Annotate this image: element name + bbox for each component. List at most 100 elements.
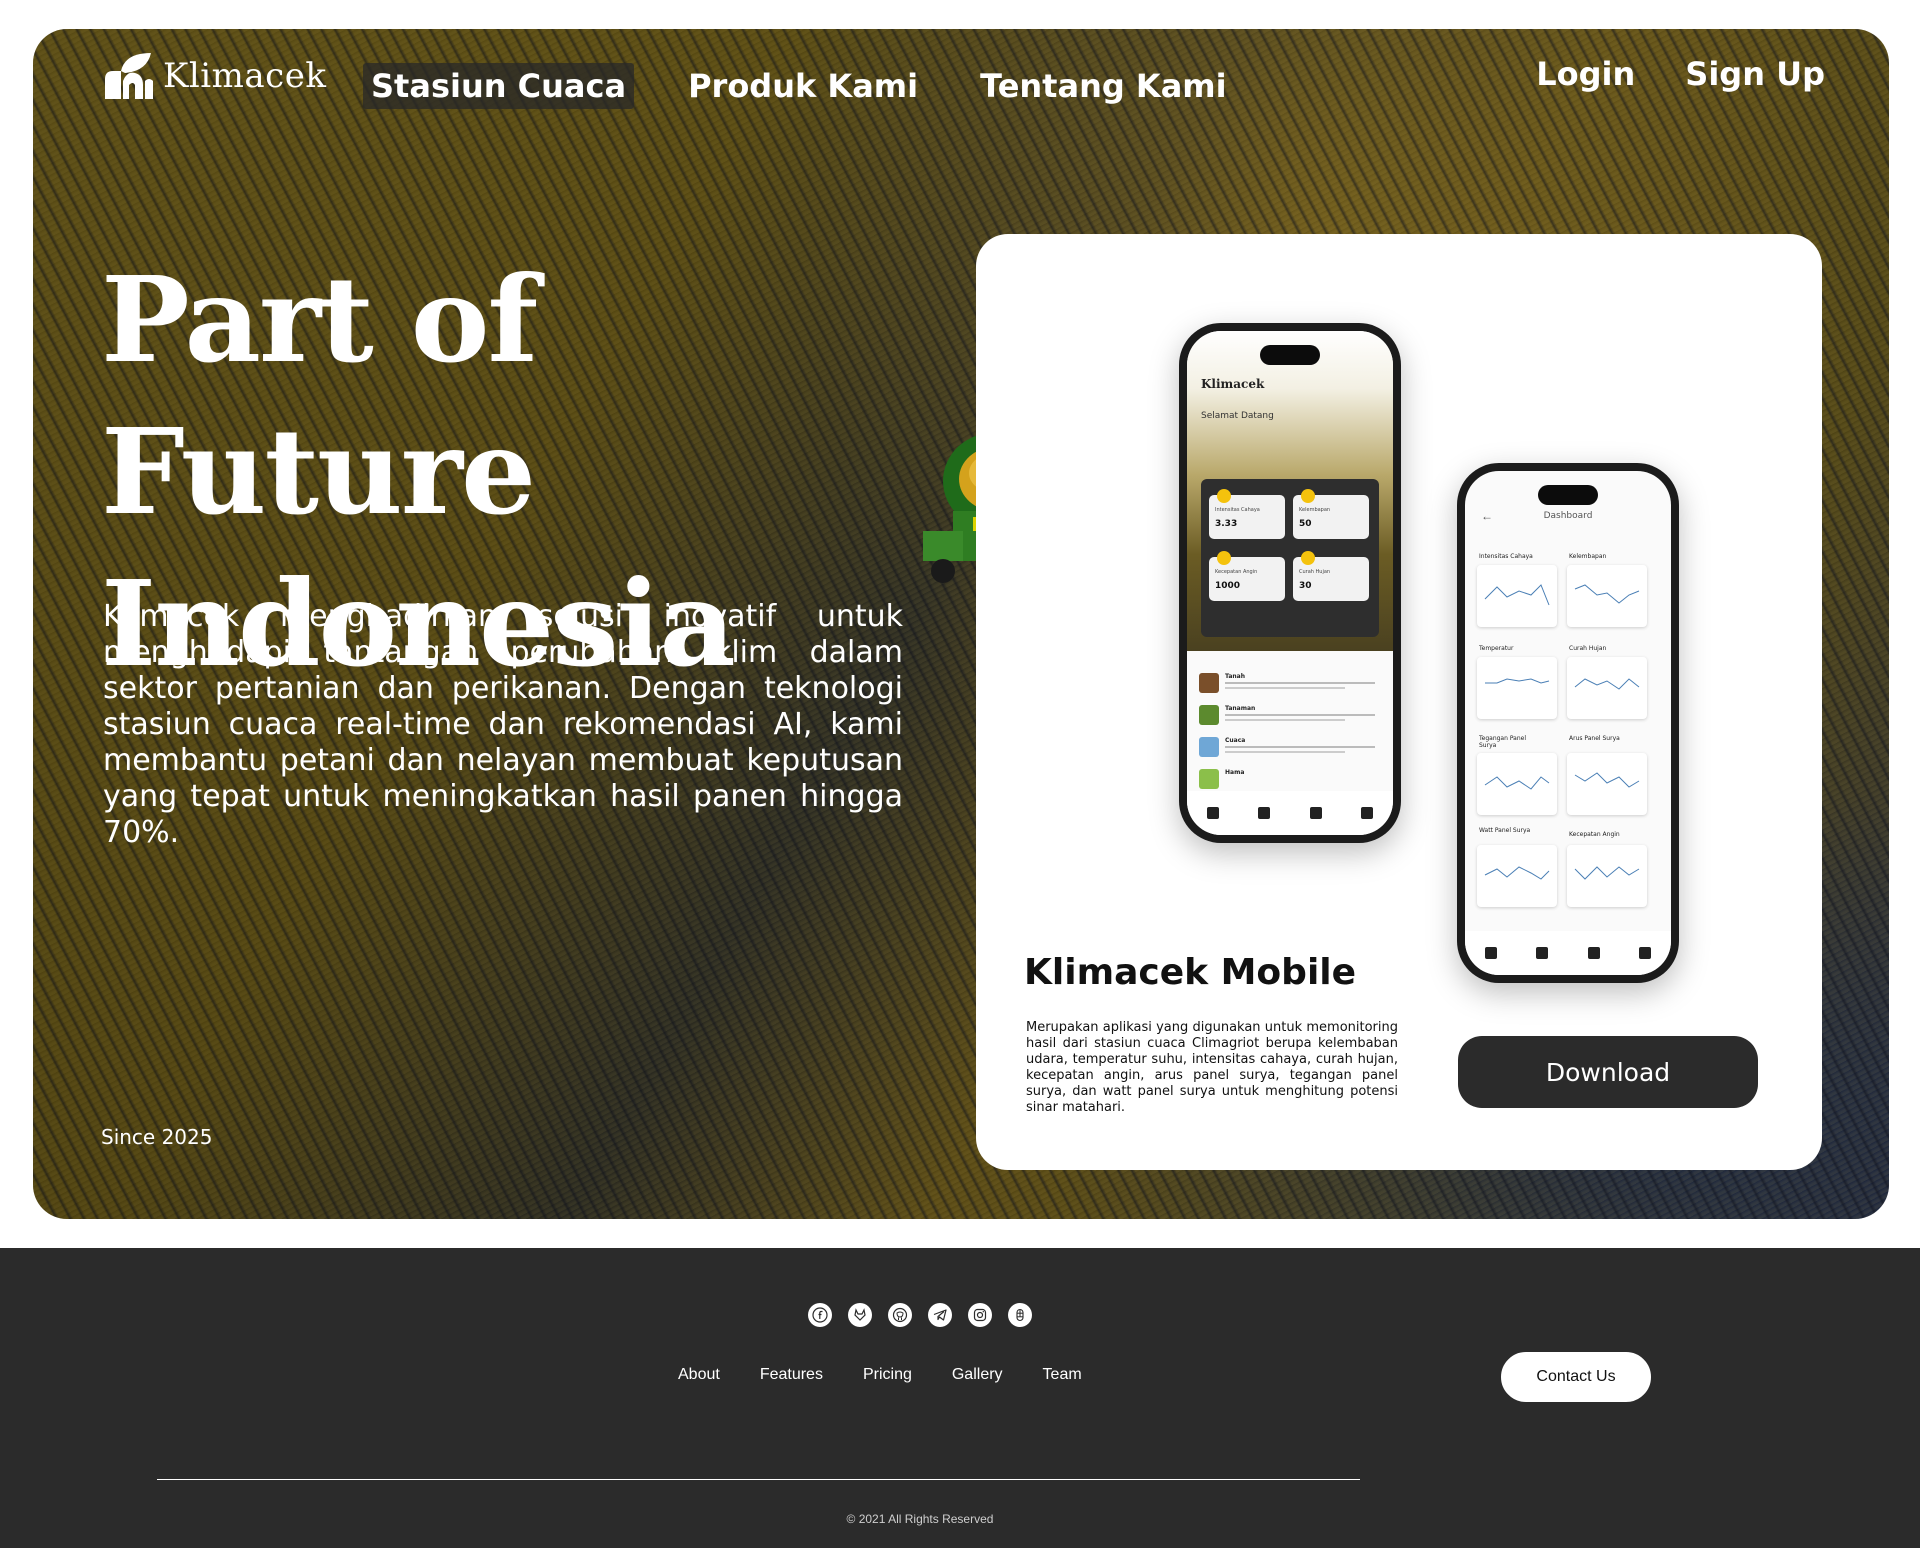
instagram-icon[interactable] [968, 1303, 992, 1327]
figma-icon[interactable] [1008, 1303, 1032, 1327]
login-link[interactable]: Login [1536, 55, 1635, 93]
leaf-logo-icon [105, 53, 153, 99]
bottom-tab-bar [1465, 931, 1671, 975]
line-chart-icon [1574, 866, 1640, 880]
stat-label: Kelembapan [1299, 507, 1331, 513]
auth-links: Login Sign Up [1536, 55, 1825, 93]
footer-link-team[interactable]: Team [1043, 1366, 1082, 1384]
nav-item-produk-kami[interactable]: Produk Kami [680, 63, 926, 109]
line-chart-icon [1574, 584, 1640, 604]
stat-card[interactable]: Intensitas Cahaya 3.33 [1209, 489, 1285, 539]
line-chart-icon [1484, 776, 1550, 790]
mini-chart[interactable] [1477, 657, 1557, 719]
text-line [1225, 687, 1345, 689]
line-chart-icon [1484, 584, 1550, 606]
greeting-text: Selamat Datang [1201, 411, 1274, 421]
footer-link-about[interactable]: About [678, 1366, 720, 1384]
stat-label: Curah Hujan [1299, 569, 1331, 575]
mobile-app-card: Klimacek Selamat Datang Intensitas Cahay… [976, 234, 1822, 1170]
line-chart-icon [1484, 866, 1550, 880]
hero-headline-line1: Part of Future [101, 250, 538, 541]
facebook-icon[interactable] [808, 1303, 832, 1327]
stat-label: Kecepatan Angin [1215, 569, 1258, 575]
page: Klimacek Stasiun Cuaca Produk Kami Tenta… [0, 0, 1920, 1548]
stat-value: 3.33 [1215, 519, 1238, 529]
card-title: Klimacek Mobile [1024, 952, 1357, 993]
chart-label: Kecepatan Angin [1569, 831, 1620, 838]
phone-mockup-dashboard: ← Dashboard Intensitas Cahaya Kelembapan… [1457, 463, 1679, 983]
gitlab-icon[interactable] [848, 1303, 872, 1327]
chart-label: Curah Hujan [1569, 645, 1607, 652]
stat-value: 30 [1299, 581, 1312, 591]
github-icon[interactable] [888, 1303, 912, 1327]
mini-chart[interactable] [1567, 845, 1647, 907]
chart-label: Kelembapan [1569, 553, 1607, 560]
list-item-title: Cuaca [1225, 737, 1246, 744]
mini-chart[interactable] [1477, 845, 1557, 907]
stat-label: Intensitas Cahaya [1215, 507, 1260, 513]
chart-label: Tegangan Panel Surya [1479, 735, 1527, 749]
nav-item-tentang-kami[interactable]: Tentang Kami [972, 63, 1234, 109]
mini-chart[interactable] [1567, 753, 1647, 815]
list-item[interactable]: Tanah [1199, 673, 1381, 697]
book-icon[interactable] [1536, 947, 1549, 959]
mini-chart[interactable] [1477, 565, 1557, 627]
mini-chart[interactable] [1567, 565, 1647, 627]
phone-mockup-home: Klimacek Selamat Datang Intensitas Cahay… [1179, 323, 1401, 843]
list-item-title: Tanaman [1225, 705, 1256, 712]
list-item[interactable]: Cuaca [1199, 737, 1381, 761]
stat-card[interactable]: Kecepatan Angin 1000 [1209, 551, 1285, 601]
cart-icon[interactable] [1361, 807, 1374, 819]
phone-home-screen: Klimacek Selamat Datang Intensitas Cahay… [1187, 331, 1393, 835]
list-item[interactable]: Tanaman [1199, 705, 1381, 729]
chart-label: Intensitas Cahaya [1479, 553, 1533, 560]
mini-chart[interactable] [1477, 753, 1557, 815]
signup-link[interactable]: Sign Up [1685, 55, 1825, 93]
cart-icon[interactable] [1639, 947, 1652, 959]
since-label: Since 2025 [101, 1125, 213, 1149]
dynamic-island [1538, 485, 1598, 505]
mini-chart[interactable] [1567, 657, 1647, 719]
brand-logo[interactable]: Klimacek [101, 51, 326, 101]
stat-card[interactable]: Curah Hujan 30 [1293, 551, 1369, 601]
grid-icon[interactable] [1587, 947, 1600, 959]
weather-stats-panel: Intensitas Cahaya 3.33 Kelembapan 50 Kec… [1201, 479, 1379, 637]
book-icon[interactable] [1258, 807, 1271, 819]
hero-section: Klimacek Stasiun Cuaca Produk Kami Tenta… [33, 29, 1889, 1219]
contact-us-button[interactable]: Contact Us [1501, 1352, 1651, 1402]
footer-link-gallery[interactable]: Gallery [952, 1366, 1003, 1384]
card-description: Merupakan aplikasi yang digunakan untuk … [1026, 1020, 1398, 1115]
line-chart-icon [1485, 678, 1550, 684]
home-icon[interactable] [1484, 947, 1497, 959]
grid-icon[interactable] [1309, 807, 1322, 819]
nav-item-stasiun-cuaca[interactable]: Stasiun Cuaca [363, 63, 635, 109]
stat-value: 1000 [1215, 581, 1241, 591]
stat-card[interactable]: Kelembapan 50 [1293, 489, 1369, 539]
chart-label: Arus Panel Surya [1569, 735, 1620, 742]
telegram-icon[interactable] [928, 1303, 952, 1327]
footer-nav: About Features Pricing Gallery Team [678, 1366, 1082, 1384]
dashboard-title: Dashboard [1543, 511, 1593, 521]
list-item[interactable]: Hama [1199, 769, 1381, 793]
footer-link-pricing[interactable]: Pricing [863, 1366, 912, 1384]
social-links [808, 1303, 1032, 1327]
brand-name: Klimacek [163, 56, 327, 96]
weather-thumbnail [1199, 737, 1219, 757]
download-button[interactable]: Download [1458, 1036, 1758, 1108]
footer-divider [157, 1479, 1360, 1480]
footer-link-features[interactable]: Features [760, 1366, 823, 1384]
soil-thumbnail [1199, 673, 1219, 693]
footer: About Features Pricing Gallery Team Cont… [0, 1248, 1920, 1548]
text-line [1225, 746, 1375, 748]
plant-thumbnail [1199, 705, 1219, 725]
home-icon[interactable] [1206, 807, 1219, 819]
chart-label: Temperatur [1479, 645, 1514, 652]
text-line [1225, 714, 1375, 716]
line-chart-icon [1574, 678, 1640, 690]
chart-label: Watt Panel Surya [1479, 827, 1531, 834]
text-line [1225, 682, 1375, 684]
drop-icon [1301, 489, 1315, 503]
hero-description: Klimacek menghadirkan solusi inovatif un… [103, 599, 903, 850]
dynamic-island [1260, 345, 1320, 365]
phone-dashboard-screen: ← Dashboard Intensitas Cahaya Kelembapan… [1465, 471, 1671, 975]
